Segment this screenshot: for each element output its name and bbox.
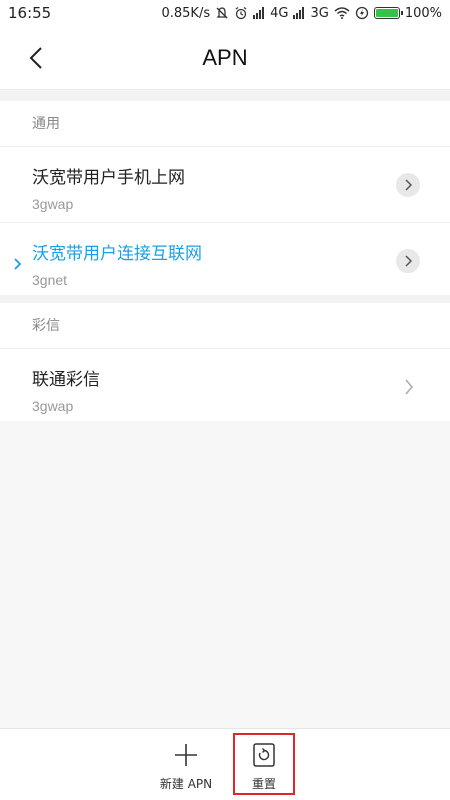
apn-item-title: 联通彩信 (32, 370, 100, 390)
net-speed: 0.85K/s (161, 5, 211, 21)
chevron-right-icon (404, 379, 413, 395)
section-label: 通用 (0, 101, 450, 147)
selected-indicator-icon (14, 258, 22, 270)
apn-item-subtitle: 3gwap (32, 196, 74, 212)
section-label: 彩信 (0, 303, 450, 349)
status-bar: 16:55 0.85K/s 4G 3G 100% (0, 0, 450, 26)
back-button[interactable] (18, 40, 54, 76)
chevron-left-icon (29, 47, 42, 69)
apn-detail-button[interactable] (396, 173, 420, 197)
reset-label: 重置 (251, 777, 276, 791)
battery-icon (373, 7, 403, 19)
section-gap (0, 295, 450, 303)
mute-icon (215, 6, 229, 20)
wifi-icon (334, 7, 350, 19)
apn-item[interactable]: 沃宽带用户手机上网 3gwap (0, 147, 450, 223)
section-general: 通用 沃宽带用户手机上网 3gwap 沃宽带用户连接互联网 3gnet (0, 101, 450, 299)
apn-item-title: 沃宽带用户连接互联网 (32, 244, 202, 264)
network-type-1: 4G (270, 5, 289, 21)
new-apn-label: 新建 APN (159, 777, 213, 791)
alarm-icon (234, 6, 248, 20)
chevron-right-icon (405, 179, 412, 191)
new-apn-button[interactable]: 新建 APN (150, 729, 222, 800)
apn-item-subtitle: 3gwap (32, 398, 74, 414)
reset-button[interactable]: 重置 (235, 729, 293, 800)
apn-item[interactable]: 联通彩信 3gwap (0, 349, 450, 421)
battery-percent: 100% (404, 5, 442, 21)
title-bar: APN (0, 26, 450, 90)
status-icons: 0.85K/s 4G 3G 100% (161, 6, 442, 21)
apn-item-selected[interactable]: 沃宽带用户连接互联网 3gnet (0, 223, 450, 299)
plus-icon (175, 744, 197, 766)
network-type-2: 3G (310, 5, 329, 21)
page-title: APN (202, 44, 248, 70)
section-mms: 彩信 联通彩信 3gwap (0, 303, 450, 421)
bottom-action-bar: 新建 APN 重置 (0, 728, 450, 800)
apn-open-button[interactable] (396, 375, 420, 399)
apn-item-subtitle: 3gnet (32, 272, 68, 288)
reset-icon (253, 743, 275, 767)
signal-icon (253, 7, 265, 19)
section-gap (0, 91, 450, 101)
signal-icon-2 (293, 7, 305, 19)
power-save-icon (355, 6, 369, 20)
chevron-right-icon (405, 255, 412, 267)
status-time: 16:55 (8, 4, 52, 22)
apn-detail-button[interactable] (396, 249, 420, 273)
apn-item-title: 沃宽带用户手机上网 (32, 168, 185, 188)
